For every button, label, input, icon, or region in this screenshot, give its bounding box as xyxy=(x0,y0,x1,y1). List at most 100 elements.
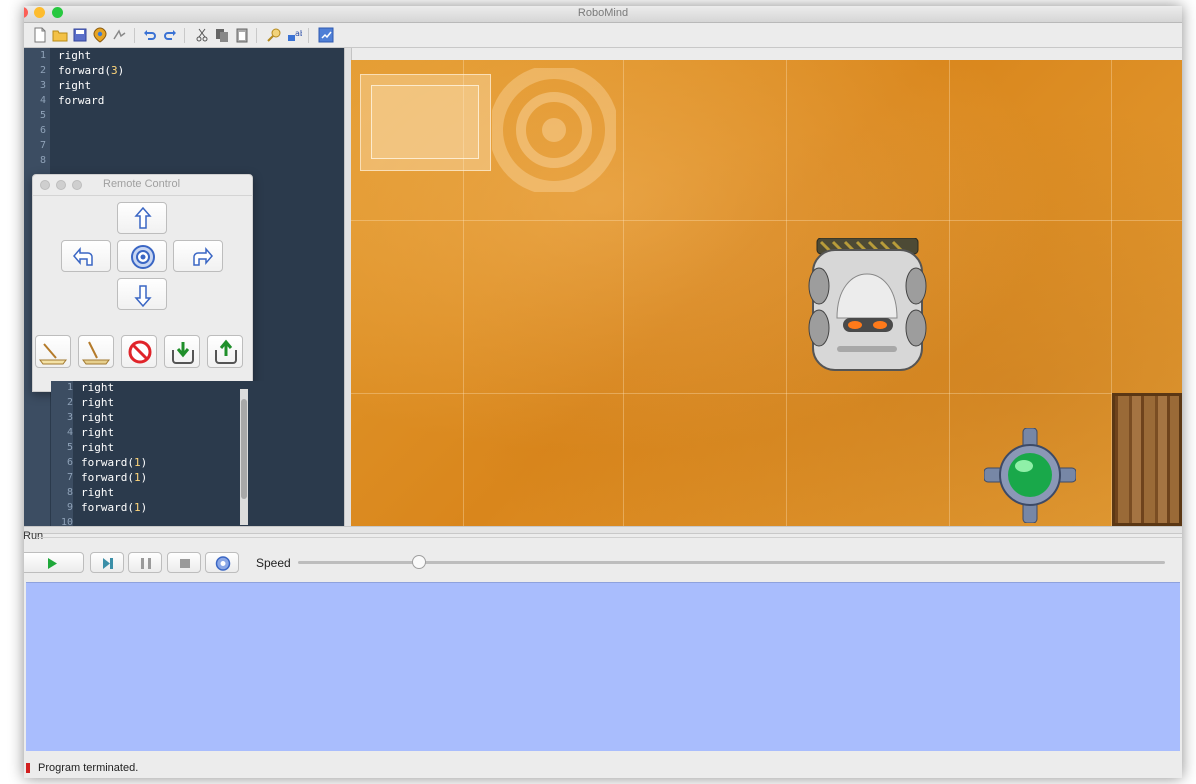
center-stop-button[interactable] xyxy=(117,240,167,272)
undo-icon[interactable] xyxy=(142,27,158,43)
record-icon[interactable] xyxy=(112,27,128,43)
line-number: 8 xyxy=(66,487,73,498)
line-number: 5 xyxy=(39,110,46,121)
code-command: right xyxy=(81,381,115,394)
brush-black-icon xyxy=(82,341,110,365)
recorded-scrollbar[interactable] xyxy=(240,389,248,525)
find-icon[interactable] xyxy=(266,27,282,43)
code-command: forward( xyxy=(81,501,134,514)
code-line[interactable]: right xyxy=(81,395,114,410)
cut-icon[interactable] xyxy=(194,27,210,43)
target-marker-icon xyxy=(492,68,616,192)
stop-button[interactable] xyxy=(167,552,201,573)
replace-icon[interactable]: ab xyxy=(286,27,305,43)
code-paren: ) xyxy=(140,471,148,484)
speed-slider-knob[interactable] xyxy=(412,555,427,569)
code-line[interactable]: right xyxy=(58,48,91,63)
window-title: RoboMind xyxy=(577,7,629,19)
speed-label: Speed xyxy=(256,556,291,570)
scrollbar-thumb[interactable] xyxy=(241,399,247,499)
move-forward-button[interactable] xyxy=(117,202,167,234)
run-section-divider xyxy=(36,537,1182,538)
code-line[interactable]: forward xyxy=(58,93,104,108)
pick-up-icon xyxy=(172,342,194,364)
new-file-icon[interactable] xyxy=(32,27,48,43)
line-number: 2 xyxy=(66,397,73,408)
code-command: forward xyxy=(58,94,105,107)
step-button[interactable] xyxy=(90,552,124,573)
paste-icon[interactable] xyxy=(234,27,250,43)
remote-close-button[interactable] xyxy=(40,180,50,190)
recorded-commands-editor[interactable]: 1 2 3 4 5 6 7 8 9 10 right right right r… xyxy=(51,381,264,527)
step-icon xyxy=(103,558,113,569)
output-console[interactable] xyxy=(26,582,1180,751)
grid-line xyxy=(351,393,1182,394)
line-number: 1 xyxy=(66,382,73,393)
remote-zoom-button[interactable] xyxy=(72,180,82,190)
line-number: 4 xyxy=(39,95,46,106)
code-argument: 1 xyxy=(133,471,141,484)
line-number: 6 xyxy=(66,457,73,468)
grid-line xyxy=(786,60,787,526)
pause-icon xyxy=(141,558,151,569)
world-map-canvas[interactable] xyxy=(351,60,1182,526)
toolbar-separator xyxy=(256,28,257,43)
beacon-icon xyxy=(984,428,1076,523)
line-number: 5 xyxy=(66,442,73,453)
open-folder-icon[interactable] xyxy=(52,27,68,43)
code-line[interactable]: forward(1) xyxy=(81,500,147,515)
code-argument: 1 xyxy=(133,456,141,469)
line-number: 3 xyxy=(39,80,46,91)
pause-button[interactable] xyxy=(128,552,162,573)
code-line[interactable]: right xyxy=(81,381,114,395)
arrow-down-icon xyxy=(134,285,152,308)
robomind-window: RoboMind ab xyxy=(24,6,1182,778)
speed-slider-track[interactable] xyxy=(298,561,1165,564)
world-icon[interactable] xyxy=(92,27,108,43)
toolbar-separator xyxy=(134,28,135,43)
code-paren: ) xyxy=(117,64,125,77)
code-line[interactable]: right xyxy=(81,440,114,455)
code-line[interactable]: right xyxy=(58,78,91,93)
play-icon xyxy=(48,558,57,569)
grid-line xyxy=(351,220,1182,221)
code-argument: 3 xyxy=(110,64,118,77)
copy-icon[interactable] xyxy=(214,27,230,43)
line-number: 1 xyxy=(39,50,46,61)
remote-control-button[interactable] xyxy=(205,552,239,573)
code-line[interactable]: forward(1) xyxy=(81,455,147,470)
remote-control-titlebar: Remote Control xyxy=(33,175,252,196)
remote-minimize-button[interactable] xyxy=(56,180,66,190)
code-line[interactable]: right xyxy=(81,485,114,500)
put-down-button[interactable] xyxy=(207,335,243,368)
line-number: 6 xyxy=(39,125,46,136)
minimap[interactable] xyxy=(360,74,491,171)
settings-icon[interactable] xyxy=(318,27,334,43)
line-number: 9 xyxy=(66,502,73,513)
stop-painting-button[interactable] xyxy=(121,335,157,368)
code-line[interactable]: right xyxy=(81,425,114,440)
code-command: forward( xyxy=(81,456,134,469)
run-button[interactable] xyxy=(24,552,84,573)
turn-right-icon xyxy=(193,246,213,266)
turn-right-button[interactable] xyxy=(173,240,223,272)
status-bar: Program terminated. xyxy=(24,758,1182,778)
code-paren: ) xyxy=(140,456,148,469)
paint-black-button[interactable] xyxy=(78,335,114,368)
save-icon[interactable] xyxy=(72,27,88,43)
grid-line xyxy=(623,60,624,526)
code-command: right xyxy=(81,486,115,499)
code-line[interactable]: forward(3) xyxy=(58,63,124,78)
status-error-indicator xyxy=(26,763,30,773)
horizontal-splitter[interactable] xyxy=(24,526,1182,534)
line-number: 3 xyxy=(66,412,73,423)
code-line[interactable]: right xyxy=(81,410,114,425)
pick-up-button[interactable] xyxy=(164,335,200,368)
redo-icon[interactable] xyxy=(162,27,178,43)
paint-white-button[interactable] xyxy=(35,335,71,368)
code-line[interactable]: forward(1) xyxy=(81,470,147,485)
forbidden-icon xyxy=(128,340,152,364)
turn-left-button[interactable] xyxy=(61,240,111,272)
move-backward-button[interactable] xyxy=(117,278,167,310)
line-number: 2 xyxy=(39,65,46,76)
